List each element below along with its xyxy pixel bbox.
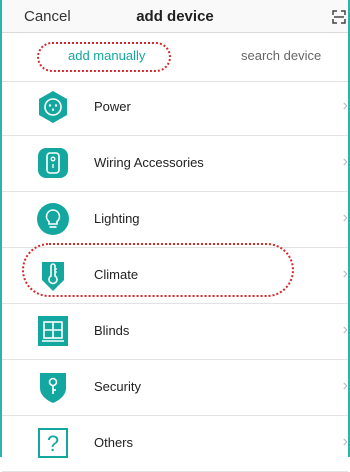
category-label: Blinds <box>94 323 130 338</box>
category-label: Others <box>94 435 134 450</box>
svg-text:?: ? <box>47 431 59 456</box>
window-blinds-icon <box>38 316 68 346</box>
power-socket-icon <box>39 91 67 123</box>
chevron-right-icon: › <box>342 209 348 226</box>
category-row-power[interactable]: Power › <box>2 80 348 136</box>
wall-switch-icon <box>38 148 68 178</box>
chevron-right-icon: › <box>342 433 348 450</box>
scan-icon[interactable] <box>332 10 346 24</box>
chevron-right-icon: › <box>342 321 348 338</box>
security-shield-icon <box>40 373 66 403</box>
tab-search-device[interactable]: search device <box>241 48 321 63</box>
chevron-right-icon: › <box>342 97 348 114</box>
highlight-annotation-climate <box>22 243 294 297</box>
lightbulb-icon <box>37 203 69 235</box>
question-icon: ? <box>38 428 68 458</box>
category-row-others[interactable]: ? Others › <box>2 416 348 472</box>
chevron-right-icon: › <box>342 377 348 394</box>
highlight-annotation-add-manually <box>37 42 171 72</box>
chevron-right-icon: › <box>342 153 348 170</box>
category-row-wiring-accessories[interactable]: Wiring Accessories › <box>2 136 348 192</box>
category-row-security[interactable]: Security › <box>2 360 348 416</box>
page-title: add device <box>136 8 214 25</box>
category-row-lighting[interactable]: Lighting › <box>2 192 348 248</box>
navigation-bar: Cancel add device <box>2 0 348 33</box>
category-label: Lighting <box>94 211 140 226</box>
category-label: Security <box>94 379 141 394</box>
category-row-blinds[interactable]: Blinds › <box>2 304 348 360</box>
category-label: Wiring Accessories <box>94 155 204 170</box>
category-label: Power <box>94 99 131 114</box>
chevron-right-icon: › <box>342 265 348 282</box>
